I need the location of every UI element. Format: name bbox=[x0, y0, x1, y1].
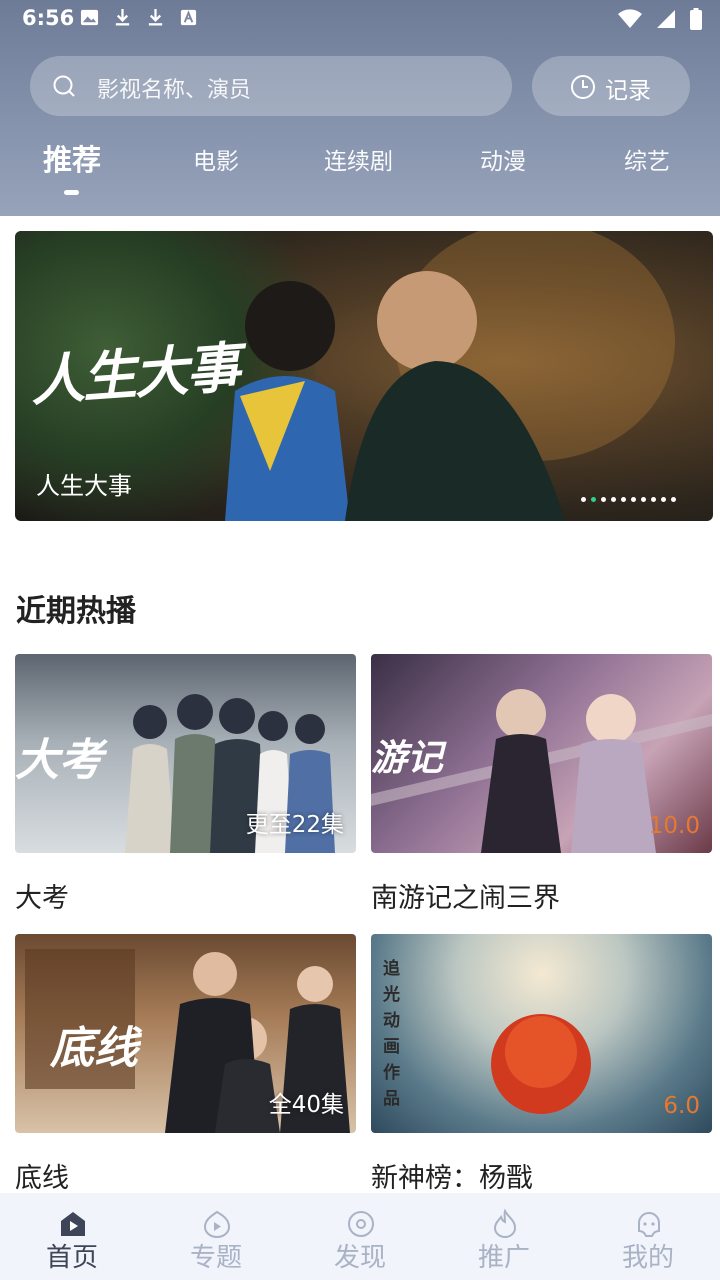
download-icon bbox=[148, 8, 163, 26]
nav-label: 发现 bbox=[333, 1243, 386, 1273]
poster-logo-text: 大考 bbox=[15, 735, 103, 786]
nav-discover[interactable]: 发现 bbox=[310, 1193, 410, 1280]
nav-label: 我的 bbox=[621, 1243, 674, 1273]
carousel-dot[interactable] bbox=[661, 497, 666, 502]
carousel-dot[interactable] bbox=[671, 497, 676, 502]
banner-title: 人生大事 bbox=[36, 472, 132, 500]
tab-movie[interactable]: 电影 bbox=[193, 142, 239, 176]
wifi-icon bbox=[618, 9, 642, 28]
carousel-dot-active[interactable] bbox=[591, 497, 596, 502]
tab-recommend[interactable]: 推荐 bbox=[43, 137, 101, 179]
carousel-dot[interactable] bbox=[651, 497, 656, 502]
poster-card[interactable]: 游记 10.0 bbox=[371, 654, 712, 853]
tab-anime[interactable]: 动漫 bbox=[480, 142, 526, 176]
signal-icon bbox=[657, 10, 675, 28]
poster-card[interactable]: 大考 更至22集 bbox=[15, 654, 356, 853]
image-notification-icon bbox=[80, 9, 99, 26]
status-bar: 6:56 bbox=[0, 0, 720, 38]
card-title[interactable]: 底线 bbox=[15, 1156, 69, 1195]
clock-icon bbox=[571, 75, 595, 99]
poster-logo-text: 游记 bbox=[371, 737, 444, 779]
topic-play-icon bbox=[203, 1210, 231, 1238]
header: 6:56 影视名称、演员 记录 推荐 电影 连续剧 动漫 综艺 bbox=[0, 0, 720, 216]
nav-label: 首页 bbox=[45, 1243, 98, 1273]
poster-logo-text: 追光动画作品 bbox=[383, 959, 400, 1109]
nav-profile[interactable]: 我的 bbox=[598, 1193, 698, 1280]
carousel-dot[interactable] bbox=[611, 497, 616, 502]
episode-badge: 全40集 bbox=[268, 1092, 344, 1118]
discover-disc-icon bbox=[348, 1211, 374, 1237]
tab-variety[interactable]: 综艺 bbox=[624, 142, 670, 176]
poster-artwork bbox=[491, 1014, 591, 1114]
history-label: 记录 bbox=[605, 78, 651, 104]
nav-topics[interactable]: 专题 bbox=[166, 1193, 266, 1280]
battery-icon bbox=[690, 8, 702, 30]
carousel-dot[interactable] bbox=[631, 497, 636, 502]
carousel-dot[interactable] bbox=[641, 497, 646, 502]
profile-face-icon bbox=[638, 1212, 660, 1237]
font-a-icon bbox=[180, 9, 197, 26]
carousel-dot[interactable] bbox=[601, 497, 606, 502]
carousel-dot[interactable] bbox=[581, 497, 586, 502]
search-icon bbox=[53, 75, 75, 97]
search-placeholder: 影视名称、演员 bbox=[97, 78, 252, 103]
card-title[interactable]: 新神榜：杨戬 bbox=[371, 1156, 533, 1195]
carousel-dot[interactable] bbox=[621, 497, 626, 502]
app-root: 6:56 影视名称、演员 记录 推荐 电影 连续剧 动漫 综艺 人生大事 人生大… bbox=[0, 0, 720, 1280]
tab-indicator bbox=[64, 190, 79, 195]
notification-icons bbox=[80, 8, 198, 27]
nav-promote[interactable]: 推广 bbox=[454, 1193, 554, 1280]
download-icon bbox=[115, 8, 130, 26]
bottom-navigation: 首页 专题 发现 推广 我的 bbox=[0, 1193, 720, 1280]
score-badge: 6.0 bbox=[663, 1093, 700, 1119]
poster-card[interactable]: 底线 全40集 bbox=[15, 934, 356, 1133]
card-title[interactable]: 大考 bbox=[15, 876, 69, 915]
section-title: 近期热播 bbox=[16, 594, 136, 629]
poster-logo-text: 底线 bbox=[50, 1023, 138, 1074]
banner-logo: 人生大事 bbox=[28, 334, 241, 414]
nav-label: 专题 bbox=[189, 1243, 242, 1273]
nav-label: 推广 bbox=[477, 1243, 530, 1273]
poster-card[interactable]: 追光动画作品 6.0 bbox=[371, 934, 712, 1133]
system-status-icons bbox=[618, 8, 702, 30]
flame-icon bbox=[493, 1209, 517, 1238]
status-time: 6:56 bbox=[22, 6, 75, 30]
tab-series[interactable]: 连续剧 bbox=[324, 142, 393, 176]
episode-badge: 更至22集 bbox=[245, 812, 344, 838]
carousel-dots bbox=[581, 497, 676, 502]
card-title[interactable]: 南游记之闹三界 bbox=[371, 876, 560, 915]
score-badge: 10.0 bbox=[648, 813, 700, 839]
nav-home[interactable]: 首页 bbox=[22, 1193, 122, 1280]
home-play-icon bbox=[61, 1212, 85, 1236]
